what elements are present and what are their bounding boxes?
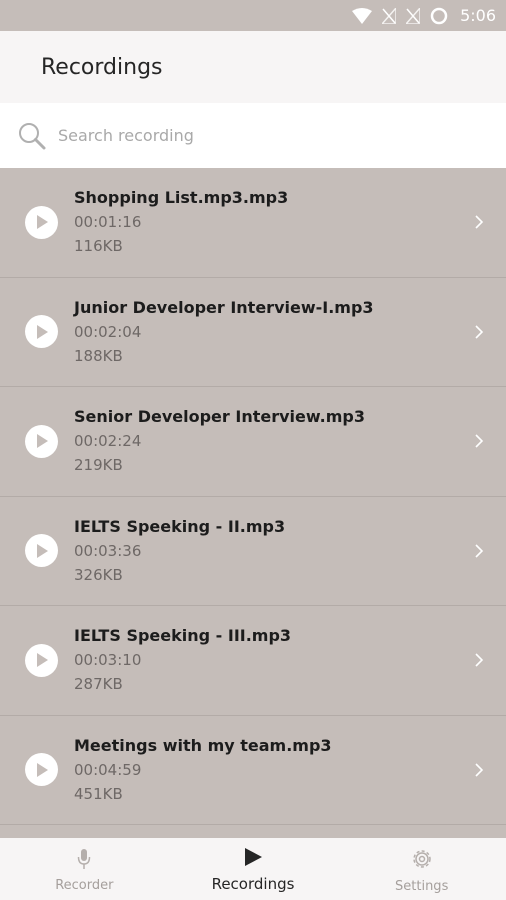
microphone-icon <box>77 848 91 874</box>
tab-recorder[interactable]: Recorder <box>0 838 169 900</box>
play-icon <box>36 215 48 230</box>
play-icon <box>36 543 48 558</box>
list-item[interactable]: Senior Developer Interview.mp3 00:02:24 … <box>0 387 506 497</box>
chevron-right-icon[interactable] <box>474 433 484 449</box>
wifi-icon <box>352 7 373 24</box>
play-button[interactable] <box>25 753 58 787</box>
app-bar: Recordings <box>0 31 506 103</box>
play-icon <box>36 324 48 339</box>
play-button[interactable] <box>25 424 58 458</box>
search-input[interactable] <box>58 126 478 145</box>
play-button[interactable] <box>25 205 58 239</box>
list-item[interactable]: Meetings with my team.mp3 00:04:59 451KB <box>0 716 506 825</box>
play-button[interactable] <box>25 315 58 349</box>
recording-size: 219KB <box>74 456 123 474</box>
tab-label: Recordings <box>211 875 295 893</box>
bottom-nav: Recorder Recordings Settings <box>0 838 506 900</box>
circle-icon <box>430 7 448 25</box>
signal-off-icon <box>406 7 421 24</box>
chevron-right-icon[interactable] <box>474 214 484 230</box>
list-item[interactable]: IELTS Speeking - II.mp3 00:03:36 326KB <box>0 497 506 606</box>
tab-recordings[interactable]: Recordings <box>169 838 338 900</box>
recording-size: 188KB <box>74 346 123 365</box>
list-item[interactable]: Shopping List.mp3.mp3 00:01:16 116KB <box>0 168 506 278</box>
signal-off-icon <box>382 7 397 24</box>
tab-settings[interactable]: Settings <box>337 838 506 900</box>
search-bar <box>0 103 506 168</box>
recording-duration: 00:03:10 <box>74 651 142 669</box>
recording-duration: 00:01:16 <box>74 213 142 231</box>
recording-size: 451KB <box>74 784 123 803</box>
play-icon <box>36 653 48 668</box>
recording-name: Junior Developer Interview-I.mp3 <box>74 297 374 317</box>
recording-duration: 00:04:59 <box>74 760 142 779</box>
play-icon <box>36 434 48 449</box>
recording-size: 287KB <box>74 675 123 693</box>
recording-duration: 00:02:04 <box>74 322 142 341</box>
recording-name: Meetings with my team.mp3 <box>74 735 332 755</box>
chevron-right-icon[interactable] <box>474 762 484 778</box>
chevron-right-icon[interactable] <box>474 652 484 668</box>
recording-name: Senior Developer Interview.mp3 <box>74 407 365 426</box>
recordings-list: Shopping List.mp3.mp3 00:01:16 116KB Jun… <box>0 168 506 838</box>
recording-size: 116KB <box>74 237 123 255</box>
play-icon <box>36 762 48 777</box>
recording-name: IELTS Speeking - III.mp3 <box>74 626 292 645</box>
recording-size: 326KB <box>74 565 123 584</box>
page-title: Recordings <box>41 54 163 80</box>
recording-duration: 00:02:24 <box>74 432 142 450</box>
play-button[interactable] <box>25 534 58 568</box>
recording-duration: 00:03:36 <box>74 541 142 560</box>
chevron-right-icon[interactable] <box>474 324 484 340</box>
play-button[interactable] <box>25 643 58 677</box>
status-time: 5:06 <box>460 6 496 25</box>
list-item[interactable]: Junior Developer Interview-I.mp3 00:02:0… <box>0 278 506 387</box>
play-icon <box>243 847 263 871</box>
chevron-right-icon[interactable] <box>474 543 484 559</box>
tab-label: Settings <box>395 878 449 894</box>
recording-name: Shopping List.mp3.mp3 <box>74 188 289 207</box>
gear-icon <box>410 847 434 875</box>
search-icon <box>17 121 47 151</box>
list-item[interactable]: IELTS Speeking - III.mp3 00:03:10 287KB <box>0 606 506 716</box>
status-bar: 5:06 <box>0 0 506 31</box>
recording-name: IELTS Speeking - II.mp3 <box>74 516 286 536</box>
tab-label: Recorder <box>55 877 114 893</box>
